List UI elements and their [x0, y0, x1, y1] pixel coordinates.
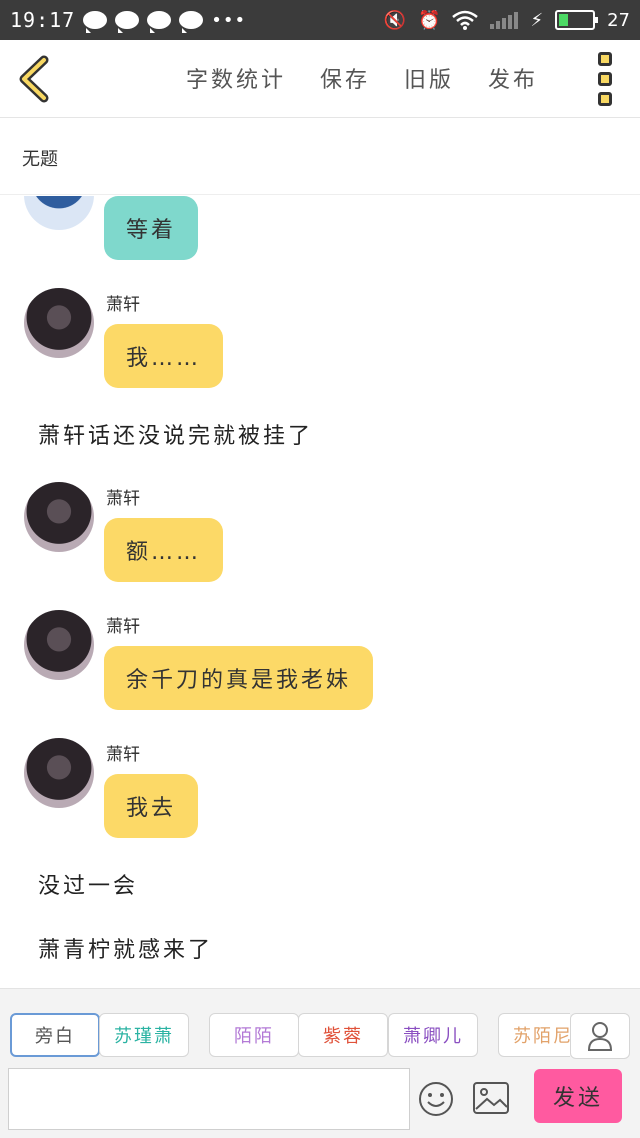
- speaker-name: 萧轩: [106, 295, 140, 315]
- save-button[interactable]: 保存: [320, 62, 370, 94]
- narration-text[interactable]: 没过一会: [38, 868, 138, 900]
- more-notifications-icon: •••: [211, 9, 247, 31]
- message-bubble[interactable]: 我去: [104, 774, 199, 838]
- character-chip[interactable]: 苏陌尼: [498, 1013, 570, 1057]
- signal-icon: [490, 11, 519, 29]
- chat-bubble-icon: [115, 11, 140, 33]
- status-bar: 19:17 ••• 🔇 ⏰ ⚡ 27: [0, 0, 640, 40]
- battery-icon: [555, 10, 599, 30]
- message-bubble[interactable]: 等着: [104, 196, 199, 260]
- avatar[interactable]: [24, 738, 94, 808]
- status-time: 19:17: [10, 8, 76, 32]
- avatar[interactable]: [24, 288, 94, 358]
- speaker-name: 萧轩: [106, 745, 140, 765]
- chat-bubble-icon: [147, 11, 172, 33]
- editor-toolbar: 字数统计 保存 旧版 发布: [0, 40, 640, 118]
- character-chip[interactable]: 陌陌: [209, 1013, 299, 1057]
- charging-icon: ⚡: [530, 9, 544, 31]
- image-icon[interactable]: [472, 1081, 510, 1115]
- narration-text[interactable]: 萧轩话还没说完就被挂了: [38, 418, 313, 450]
- old-version-button[interactable]: 旧版: [404, 62, 454, 94]
- message-input[interactable]: [8, 1068, 410, 1130]
- menu-vertical-icon[interactable]: [598, 52, 618, 106]
- alarm-icon: ⏰: [418, 9, 441, 31]
- avatar[interactable]: [24, 610, 94, 680]
- character-chip[interactable]: 苏瑾萧: [99, 1013, 189, 1057]
- narration-text[interactable]: 萧青柠就感来了: [38, 932, 213, 964]
- compose-panel: 旁白 苏瑾萧 陌陌 紫蓉 萧卿儿 苏陌尼 发送: [0, 988, 640, 1138]
- speaker-name: 萧轩: [106, 617, 140, 637]
- chat-content[interactable]: 等着 萧轩 我…… 萧轩话还没说完就被挂了 萧轩 额…… 萧轩 余千刀的真是我老…: [0, 196, 640, 988]
- message-bubble[interactable]: 我……: [104, 324, 224, 388]
- chat-bubble-icon: [179, 11, 204, 33]
- character-chip-narrator[interactable]: 旁白: [10, 1013, 100, 1057]
- chat-bubble-icon: [83, 11, 108, 33]
- mute-icon: 🔇: [383, 9, 407, 31]
- character-chip[interactable]: 萧卿儿: [388, 1013, 478, 1057]
- avatar[interactable]: [24, 482, 94, 552]
- publish-button[interactable]: 发布: [488, 62, 538, 94]
- document-title[interactable]: 无题: [0, 119, 640, 195]
- person-icon[interactable]: [570, 1013, 630, 1059]
- emoji-icon[interactable]: [418, 1081, 454, 1117]
- character-selector[interactable]: 旁白 苏瑾萧 陌陌 紫蓉 萧卿儿 苏陌尼: [10, 1013, 570, 1059]
- send-button[interactable]: 发送: [534, 1069, 622, 1123]
- battery-text: 27: [607, 9, 630, 31]
- title-text: 无题: [22, 149, 58, 170]
- chevron-left-icon[interactable]: [14, 54, 54, 104]
- message-bubble[interactable]: 额……: [104, 518, 224, 582]
- avatar[interactable]: [24, 196, 94, 230]
- speaker-name: 萧轩: [106, 489, 140, 509]
- character-chip[interactable]: 紫蓉: [298, 1013, 388, 1057]
- wifi-icon: [452, 10, 479, 30]
- word-count-button[interactable]: 字数统计: [186, 62, 286, 94]
- message-bubble[interactable]: 余千刀的真是我老妹: [104, 646, 374, 710]
